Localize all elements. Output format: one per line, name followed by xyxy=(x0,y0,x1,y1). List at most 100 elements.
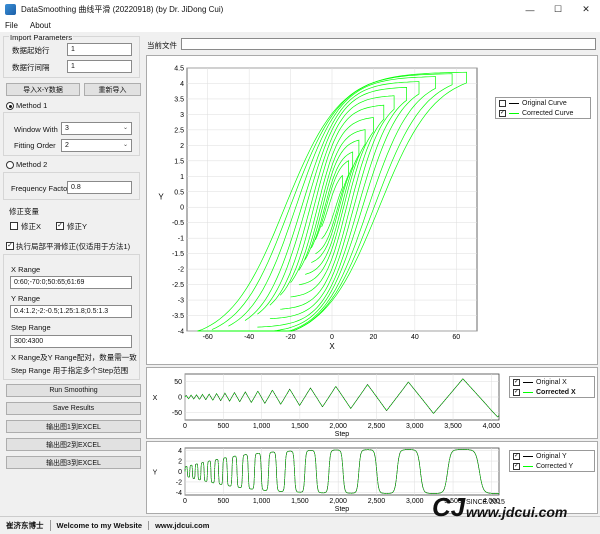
y-tick-label: 4 xyxy=(180,81,184,88)
row-interval-input[interactable]: 1 xyxy=(67,60,132,73)
window-controls: — ☐ ✕ xyxy=(516,0,600,19)
hysteresis-legend: Original Curve ✓ Corrected Curve xyxy=(495,97,591,119)
legend-corrected-x-checkbox[interactable]: ✓ xyxy=(513,388,520,396)
legend-corrected-label: Corrected Curve xyxy=(522,109,574,117)
brand-site: www.jdcui.com xyxy=(466,504,567,520)
x-range-input[interactable]: 0:60;-70:0;50:65;61:69 xyxy=(10,276,132,289)
legend-original-curve[interactable]: Original Curve xyxy=(496,98,590,108)
legend-corrected-x[interactable]: ✓ Corrected X xyxy=(510,387,594,397)
x-axis-label: X xyxy=(329,342,335,351)
x-tick-label: 2,000 xyxy=(329,423,347,430)
y-tick-label: 2 xyxy=(180,143,184,150)
jdcui-logo: CJ SINCE 2015 www.jdcui.com xyxy=(432,492,567,522)
local-smoothing-checkbox[interactable]: ✓ xyxy=(6,242,14,250)
fix-x-checkbox[interactable] xyxy=(10,222,18,230)
run-smoothing-button[interactable]: Run Smoothing xyxy=(6,384,141,397)
x-tick-label: 0 xyxy=(330,334,334,341)
x-tick-label: 1,500 xyxy=(291,423,309,430)
start-row-label: 数据起始行 xyxy=(12,46,50,55)
svg-text:CJ: CJ xyxy=(432,492,466,520)
x-tick-label: 60 xyxy=(452,334,460,341)
y-tick-label: 0 xyxy=(178,395,182,402)
current-file-input[interactable] xyxy=(181,38,596,50)
legend-corrected-y[interactable]: ✓ Corrected Y xyxy=(510,461,594,471)
y-tick-label: -0.5 xyxy=(172,220,184,227)
window-with-label: Window With xyxy=(14,125,58,134)
y-tick-label: -1 xyxy=(178,236,184,243)
start-row-input[interactable]: 1 xyxy=(67,43,132,56)
step-range-label: Step Range xyxy=(11,323,51,332)
local-smoothing-label: 执行局部平滑修正(仅适用于方法1) xyxy=(16,242,131,251)
legend-original-y[interactable]: ✓ Original Y xyxy=(510,451,594,461)
x-tick-label: 0 xyxy=(183,498,187,505)
y-tick-label: 0 xyxy=(180,205,184,212)
export-chart2-button[interactable]: 输出图2到EXCEL xyxy=(6,438,141,451)
legend-original-x[interactable]: ✓ Original X xyxy=(510,377,594,387)
y-tick-label: 3 xyxy=(180,112,184,119)
y-range-input[interactable]: 0.4:1.2;-2:-0.5;1.25:1.8;0.5:1.3 xyxy=(10,305,132,318)
y-tick-label: -3 xyxy=(178,298,184,305)
legend-original-x-line xyxy=(523,381,533,383)
legend-corrected-y-label: Corrected Y xyxy=(536,462,574,470)
export-chart1-button[interactable]: 输出图1到EXCEL xyxy=(6,420,141,433)
frequency-factor-input[interactable]: 0.8 xyxy=(67,181,132,194)
minimize-button[interactable]: — xyxy=(516,0,544,19)
maximize-button[interactable]: ☐ xyxy=(544,0,572,19)
fix-y-checkbox[interactable]: ✓ xyxy=(56,222,64,230)
legend-original-checkbox[interactable] xyxy=(499,99,506,107)
reimport-button[interactable]: 重新导入 xyxy=(84,83,141,96)
y-tick-label: -2 xyxy=(178,267,184,274)
hysteresis-chart-panel: -60 -40 -20 0 20 40 60 -4 -3.5 -3 -2.5 -2 -1.5 -1 -0.5… xyxy=(146,55,598,365)
step-range-input[interactable]: 300:4300 xyxy=(10,335,132,348)
import-xy-button[interactable]: 导入X-Y数据 xyxy=(6,83,80,96)
close-button[interactable]: ✕ xyxy=(572,0,600,19)
legend-corrected-curve[interactable]: ✓ Corrected Curve xyxy=(496,108,590,118)
save-results-button[interactable]: Save Results xyxy=(6,402,141,415)
x-tick-label: 2,500 xyxy=(368,423,386,430)
y-tick-label: 0.5 xyxy=(174,189,184,196)
window-title: DataSmoothing 曲线平滑 (20220918) (by Dr. Ji… xyxy=(21,5,224,14)
x-tick-label: 4,000 xyxy=(483,423,501,430)
x-tick-label: 1,000 xyxy=(253,423,271,430)
current-file-label: 当前文件 xyxy=(147,41,177,50)
method2-radio[interactable] xyxy=(6,161,14,169)
y-axis-label: Y xyxy=(158,193,164,202)
x-tick-label: 500 xyxy=(217,423,229,430)
note-line-1: X Range及Y Range配对，数量需一致 xyxy=(11,353,137,362)
y-range-label: Y Range xyxy=(11,294,41,303)
method1-radio[interactable] xyxy=(6,102,14,110)
y-tick-label: 2 xyxy=(178,459,182,466)
legend-original-x-label: Original X xyxy=(536,378,567,386)
method2-label: Method 2 xyxy=(16,160,48,169)
chevron-down-icon: ⌄ xyxy=(122,142,128,148)
export-chart3-button[interactable]: 输出图3到EXCEL xyxy=(6,456,141,469)
fix-y-label: 修正Y xyxy=(67,222,88,231)
y-tick-label: -3.5 xyxy=(172,313,184,320)
fitting-order-value: 2 xyxy=(65,142,69,149)
x-tick-label: 2,000 xyxy=(329,498,347,505)
row-interval-label: 数据行间隔 xyxy=(12,63,50,72)
chevron-down-icon: ⌄ xyxy=(122,125,128,131)
frequency-factor-label: Frequency Factor xyxy=(11,184,70,193)
legend-original-y-label: Original Y xyxy=(536,452,567,460)
window-with-select[interactable]: 3 ⌄ xyxy=(61,122,132,135)
y-step-legend: ✓ Original Y ✓ Corrected Y xyxy=(509,450,595,472)
y-tick-label: -2.5 xyxy=(172,282,184,289)
status-welcome: Welcome to my Website xyxy=(51,521,150,530)
legend-original-x-checkbox[interactable]: ✓ xyxy=(513,378,520,386)
legend-original-label: Original Curve xyxy=(522,99,567,107)
y-tick-label: 1.5 xyxy=(174,158,184,165)
fitting-order-select[interactable]: 2 ⌄ xyxy=(61,139,132,152)
menu-file[interactable]: File xyxy=(5,21,18,30)
y-tick-label: -4 xyxy=(176,490,182,497)
method1-label: Method 1 xyxy=(16,101,48,110)
y-axis-label: X xyxy=(153,395,158,402)
x-tick-label: 3,000 xyxy=(406,423,424,430)
x-tick-label: 40 xyxy=(411,334,419,341)
legend-corrected-checkbox[interactable]: ✓ xyxy=(499,109,506,117)
legend-original-y-checkbox[interactable]: ✓ xyxy=(513,452,520,460)
legend-corrected-y-checkbox[interactable]: ✓ xyxy=(513,462,520,470)
fix-x-label: 修正X xyxy=(21,222,42,231)
menu-about[interactable]: About xyxy=(30,21,51,30)
status-url[interactable]: www.jdcui.com xyxy=(149,521,215,530)
